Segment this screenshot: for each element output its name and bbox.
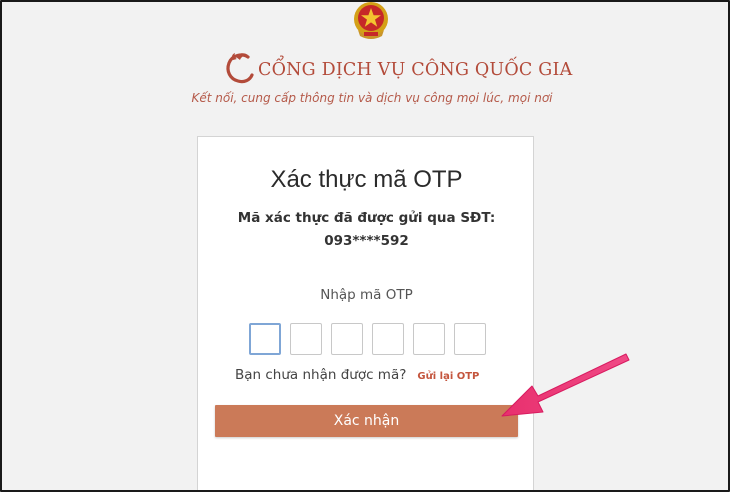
otp-digit-3[interactable] bbox=[331, 323, 363, 355]
phoenix-logo-icon bbox=[226, 53, 254, 84]
otp-input-group bbox=[249, 323, 486, 355]
page-title: Xác thực mã OTP bbox=[270, 166, 463, 193]
resend-otp-link[interactable]: Gửi lại OTP bbox=[417, 371, 479, 382]
portal-name: CỔNG DỊCH VỤ CÔNG QUỐC GIA bbox=[258, 60, 573, 80]
screenshot-frame: CỔNG DỊCH VỤ CÔNG QUỐC GIA Kết nối, cung… bbox=[0, 0, 730, 492]
masked-phone-number: 093****592 bbox=[324, 233, 409, 249]
resend-row: Bạn chưa nhận được mã? Gửi lại OTP bbox=[235, 367, 479, 383]
portal-logo[interactable]: CỔNG DỊCH VỤ CÔNG QUỐC GIA bbox=[224, 50, 572, 86]
otp-input-label: Nhập mã OTP bbox=[320, 287, 413, 303]
portal-tagline: Kết nối, cung cấp thông tin và dịch vụ c… bbox=[2, 91, 728, 105]
otp-digit-5[interactable] bbox=[413, 323, 445, 355]
otp-digit-2[interactable] bbox=[290, 323, 322, 355]
otp-digit-6[interactable] bbox=[454, 323, 486, 355]
resend-question: Bạn chưa nhận được mã? bbox=[235, 367, 407, 383]
otp-verification-card: Xác thực mã OTP Mã xác thực đã được gửi … bbox=[197, 136, 534, 490]
otp-digit-4[interactable] bbox=[372, 323, 404, 355]
tagline-text: Kết nối, cung cấp thông tin và dịch vụ c… bbox=[191, 91, 553, 105]
otp-digit-1[interactable] bbox=[249, 323, 281, 355]
confirm-button[interactable]: Xác nhận bbox=[215, 405, 518, 437]
otp-sent-message: Mã xác thực đã được gửi qua SĐT: bbox=[237, 210, 496, 226]
national-emblem-icon bbox=[354, 2, 388, 39]
